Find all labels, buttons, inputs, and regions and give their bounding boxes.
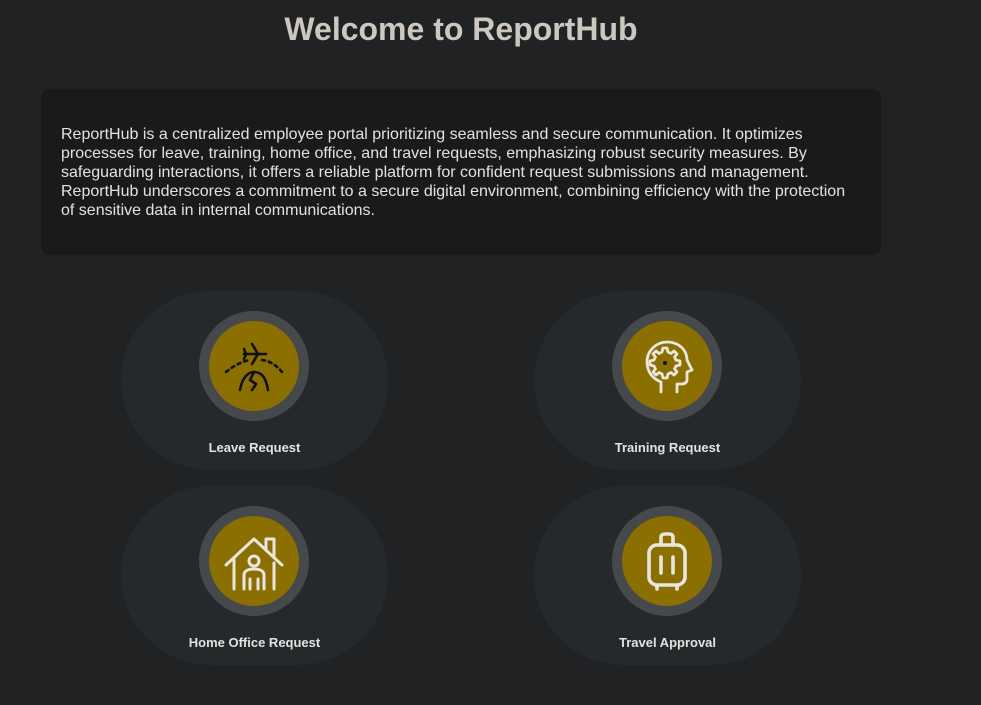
training-request-icon-disc (622, 321, 712, 411)
travel-approval-label: Travel Approval (618, 635, 717, 650)
home-office-request-label: Home Office Request (188, 635, 321, 650)
travel-approval-icon-disc (622, 516, 712, 606)
home-office-request-card[interactable]: Home Office Request (121, 486, 388, 665)
home-office-request-icon-disc (209, 516, 299, 606)
plane-horizon-icon (224, 342, 284, 392)
training-request-card[interactable]: Training Request (534, 291, 801, 470)
house-person-icon (224, 537, 284, 591)
reporthub-home: Welcome to ReportHub ReportHub is a cent… (0, 0, 981, 705)
about-panel: ReportHub is a centralized employee port… (41, 89, 881, 255)
home-office-request-icon-ring (199, 506, 309, 616)
head-gear-icon (645, 340, 694, 394)
page-title: Welcome to ReportHub (284, 11, 638, 47)
training-request-icon-ring (612, 311, 722, 421)
about-text: ReportHub is a centralized employee port… (61, 126, 846, 219)
travel-approval-card[interactable]: Travel Approval (534, 486, 801, 665)
training-request-label: Training Request (614, 440, 721, 455)
travel-approval-icon-ring (612, 506, 722, 616)
leave-request-icon-ring (199, 311, 309, 421)
leave-request-label: Leave Request (208, 440, 301, 455)
leave-request-icon-disc (209, 321, 299, 411)
luggage-icon (647, 532, 687, 591)
leave-request-card[interactable]: Leave Request (121, 291, 388, 470)
